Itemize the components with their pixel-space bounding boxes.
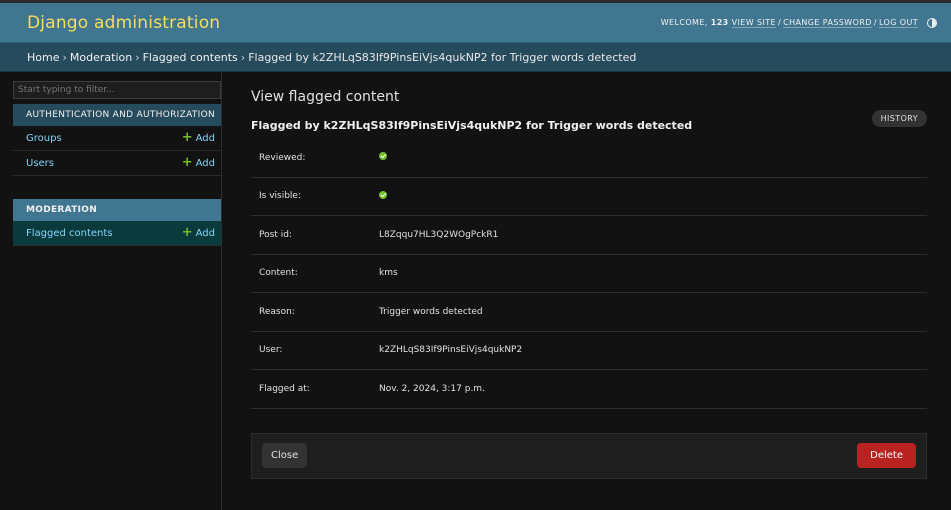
module-auth: Authentication and Authorization Groups …	[13, 104, 221, 176]
username: 123	[710, 18, 729, 27]
fieldset: Reviewed: Is visible: Post id: L8Zqqu7HL…	[251, 139, 927, 409]
field-label: User:	[259, 345, 283, 356]
module-moderation: Moderation Flagged contents + Add	[13, 199, 221, 246]
sidebar-item-groups-link[interactable]: Groups	[26, 133, 62, 144]
nav-sidebar: Authentication and Authorization Groups …	[0, 72, 222, 510]
breadcrumb-separator: ›	[240, 50, 246, 64]
change-password-link[interactable]: Change password	[783, 18, 872, 28]
content: View flagged content History Flagged by …	[222, 72, 951, 510]
theme-toggle-icon[interactable]	[927, 17, 937, 28]
separator: /	[873, 18, 877, 27]
sidebar-item-users: Users + Add	[13, 151, 221, 176]
close-button[interactable]: Close	[262, 443, 308, 468]
sidebar-item-flagged-contents-link[interactable]: Flagged contents	[26, 228, 113, 239]
breadcrumb-separator: ›	[135, 50, 140, 64]
field-label: Flagged at:	[259, 383, 310, 394]
breadcrumb-home[interactable]: Home	[27, 51, 59, 64]
plus-icon: +	[181, 225, 193, 240]
delete-button[interactable]: Delete	[857, 443, 916, 468]
field-row-content: Content: kms	[251, 255, 927, 293]
field-row-post-id: Post id: L8Zqqu7HL3Q2WOgPckR1	[251, 216, 927, 255]
field-label: Post id:	[259, 229, 292, 240]
history-button[interactable]: History	[871, 110, 927, 127]
log-out-link[interactable]: Log out	[878, 18, 918, 28]
user-tools: Welcome, 123 View site / Change password…	[660, 17, 937, 28]
field-value: k2ZHLqS83If9PinsEiVjs4qukNP2	[379, 345, 523, 356]
field-label: Reviewed:	[259, 152, 306, 163]
sidebar-filter-input[interactable]	[13, 81, 221, 99]
submit-row: Close Delete	[251, 432, 927, 479]
separator: /	[777, 18, 782, 27]
field-label: Content:	[259, 268, 298, 279]
breadcrumb-current: Flagged by k2ZHLqS83If9PinsEiVjs4qukNP2 …	[248, 50, 637, 64]
field-row-is-visible: Is visible:	[251, 178, 927, 216]
page-title: View flagged content	[251, 89, 400, 105]
field-value: Nov. 2, 2024, 3:17 p.m.	[379, 383, 485, 394]
breadcrumb-model[interactable]: Flagged contents	[143, 51, 238, 64]
field-value: L8Zqqu7HL3Q2WOgPckR1	[379, 229, 499, 240]
welcome-text: Welcome,	[660, 18, 708, 27]
field-value	[379, 190, 387, 202]
add-users-button[interactable]: + Add	[181, 155, 215, 170]
field-row-flagged-at: Flagged at: Nov. 2, 2024, 3:17 p.m.	[251, 370, 927, 409]
add-label: Add	[195, 227, 215, 239]
sidebar-item-flagged-contents: Flagged contents + Add	[13, 221, 221, 246]
field-value: Trigger words detected	[379, 306, 483, 317]
field-row-reviewed: Reviewed:	[251, 139, 927, 178]
check-icon	[379, 190, 387, 199]
breadcrumb-separator: ›	[62, 50, 67, 64]
check-icon	[379, 152, 387, 161]
add-label: Add	[195, 132, 215, 144]
add-flagged-contents-button[interactable]: + Add	[181, 225, 215, 240]
field-value: kms	[379, 268, 398, 279]
header: Django administration Welcome, 123 View …	[0, 3, 951, 43]
site-name[interactable]: Django administration	[27, 13, 220, 33]
add-groups-button[interactable]: + Add	[181, 130, 215, 145]
breadcrumb: Home › Moderation › Flagged contents › F…	[0, 43, 951, 72]
main: Authentication and Authorization Groups …	[0, 72, 951, 510]
field-value	[379, 152, 387, 163]
plus-icon: +	[181, 155, 193, 170]
object-title: Flagged by k2ZHLqS83If9PinsEiVjs4qukNP2 …	[251, 119, 693, 132]
field-label: Reason:	[259, 306, 295, 317]
plus-icon: +	[181, 130, 193, 145]
module-caption-moderation[interactable]: Moderation	[13, 199, 221, 221]
sidebar-item-users-link[interactable]: Users	[26, 158, 54, 169]
sidebar-item-groups: Groups + Add	[13, 126, 221, 151]
view-site-link[interactable]: View site	[731, 18, 776, 28]
field-row-user: User: k2ZHLqS83If9PinsEiVjs4qukNP2	[251, 332, 927, 370]
field-row-reason: Reason: Trigger words detected	[251, 293, 927, 332]
add-label: Add	[195, 157, 215, 169]
module-caption-auth[interactable]: Authentication and Authorization	[13, 104, 221, 126]
field-label: Is visible:	[259, 191, 302, 202]
breadcrumb-app[interactable]: Moderation	[70, 51, 132, 64]
